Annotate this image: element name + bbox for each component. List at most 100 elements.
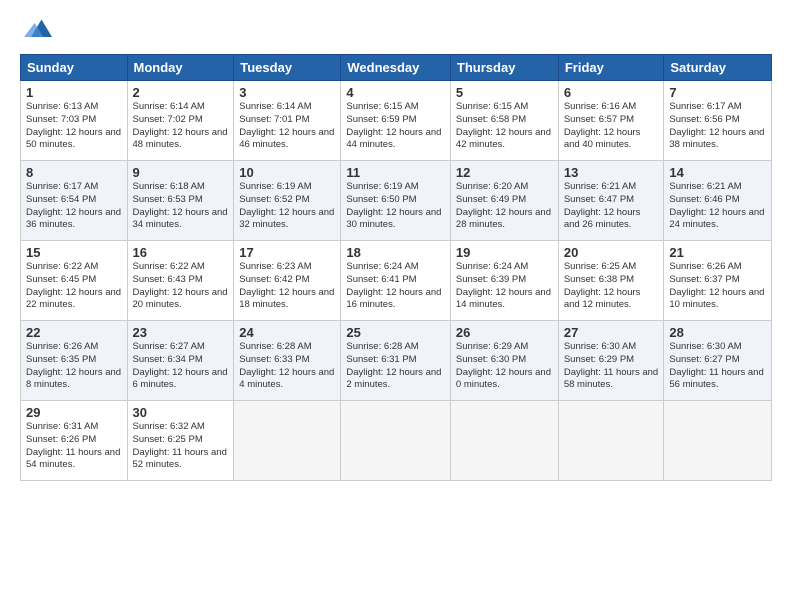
calendar-day-cell [234, 401, 341, 481]
calendar-header-tuesday: Tuesday [234, 55, 341, 81]
day-number: 5 [456, 85, 553, 100]
day-number: 16 [133, 245, 229, 260]
calendar-day-cell: 15Sunrise: 6:22 AMSunset: 6:45 PMDayligh… [21, 241, 128, 321]
day-info: Sunrise: 6:17 AMSunset: 6:56 PMDaylight:… [669, 101, 766, 152]
day-number: 7 [669, 85, 766, 100]
day-info: Sunrise: 6:15 AMSunset: 6:59 PMDaylight:… [346, 101, 445, 152]
day-number: 17 [239, 245, 335, 260]
day-info: Sunrise: 6:31 AMSunset: 6:26 PMDaylight:… [26, 421, 122, 472]
calendar-day-cell [450, 401, 558, 481]
page: SundayMondayTuesdayWednesdayThursdayFrid… [0, 0, 792, 491]
day-info: Sunrise: 6:25 AMSunset: 6:38 PMDaylight:… [564, 261, 659, 312]
calendar-header-friday: Friday [558, 55, 664, 81]
day-number: 9 [133, 165, 229, 180]
calendar-day-cell: 19Sunrise: 6:24 AMSunset: 6:39 PMDayligh… [450, 241, 558, 321]
calendar-day-cell: 5Sunrise: 6:15 AMSunset: 6:58 PMDaylight… [450, 81, 558, 161]
calendar-day-cell: 7Sunrise: 6:17 AMSunset: 6:56 PMDaylight… [664, 81, 772, 161]
calendar-day-cell: 23Sunrise: 6:27 AMSunset: 6:34 PMDayligh… [127, 321, 234, 401]
day-info: Sunrise: 6:30 AMSunset: 6:29 PMDaylight:… [564, 341, 659, 392]
calendar-day-cell: 20Sunrise: 6:25 AMSunset: 6:38 PMDayligh… [558, 241, 664, 321]
calendar-day-cell [341, 401, 451, 481]
day-info: Sunrise: 6:24 AMSunset: 6:41 PMDaylight:… [346, 261, 445, 312]
calendar-header-thursday: Thursday [450, 55, 558, 81]
day-number: 20 [564, 245, 659, 260]
day-number: 14 [669, 165, 766, 180]
day-number: 6 [564, 85, 659, 100]
calendar-week-row: 8Sunrise: 6:17 AMSunset: 6:54 PMDaylight… [21, 161, 772, 241]
day-info: Sunrise: 6:18 AMSunset: 6:53 PMDaylight:… [133, 181, 229, 232]
calendar-day-cell: 16Sunrise: 6:22 AMSunset: 6:43 PMDayligh… [127, 241, 234, 321]
calendar-day-cell: 12Sunrise: 6:20 AMSunset: 6:49 PMDayligh… [450, 161, 558, 241]
day-number: 15 [26, 245, 122, 260]
day-number: 19 [456, 245, 553, 260]
calendar-week-row: 22Sunrise: 6:26 AMSunset: 6:35 PMDayligh… [21, 321, 772, 401]
logo [20, 16, 52, 44]
day-info: Sunrise: 6:24 AMSunset: 6:39 PMDaylight:… [456, 261, 553, 312]
day-number: 24 [239, 325, 335, 340]
calendar-week-row: 29Sunrise: 6:31 AMSunset: 6:26 PMDayligh… [21, 401, 772, 481]
day-info: Sunrise: 6:28 AMSunset: 6:33 PMDaylight:… [239, 341, 335, 392]
day-info: Sunrise: 6:13 AMSunset: 7:03 PMDaylight:… [26, 101, 122, 152]
day-info: Sunrise: 6:16 AMSunset: 6:57 PMDaylight:… [564, 101, 659, 152]
day-number: 22 [26, 325, 122, 340]
calendar-day-cell: 8Sunrise: 6:17 AMSunset: 6:54 PMDaylight… [21, 161, 128, 241]
day-info: Sunrise: 6:23 AMSunset: 6:42 PMDaylight:… [239, 261, 335, 312]
day-number: 30 [133, 405, 229, 420]
calendar-header-saturday: Saturday [664, 55, 772, 81]
day-number: 4 [346, 85, 445, 100]
calendar-day-cell: 21Sunrise: 6:26 AMSunset: 6:37 PMDayligh… [664, 241, 772, 321]
day-info: Sunrise: 6:21 AMSunset: 6:47 PMDaylight:… [564, 181, 659, 232]
logo-icon [24, 16, 52, 44]
calendar-day-cell: 18Sunrise: 6:24 AMSunset: 6:41 PMDayligh… [341, 241, 451, 321]
day-number: 8 [26, 165, 122, 180]
day-info: Sunrise: 6:15 AMSunset: 6:58 PMDaylight:… [456, 101, 553, 152]
calendar-day-cell: 3Sunrise: 6:14 AMSunset: 7:01 PMDaylight… [234, 81, 341, 161]
day-number: 2 [133, 85, 229, 100]
calendar-day-cell: 14Sunrise: 6:21 AMSunset: 6:46 PMDayligh… [664, 161, 772, 241]
day-info: Sunrise: 6:19 AMSunset: 6:52 PMDaylight:… [239, 181, 335, 232]
calendar-day-cell: 30Sunrise: 6:32 AMSunset: 6:25 PMDayligh… [127, 401, 234, 481]
day-number: 23 [133, 325, 229, 340]
calendar-day-cell: 25Sunrise: 6:28 AMSunset: 6:31 PMDayligh… [341, 321, 451, 401]
day-number: 3 [239, 85, 335, 100]
day-number: 13 [564, 165, 659, 180]
day-number: 12 [456, 165, 553, 180]
calendar-header-monday: Monday [127, 55, 234, 81]
calendar-day-cell: 10Sunrise: 6:19 AMSunset: 6:52 PMDayligh… [234, 161, 341, 241]
day-info: Sunrise: 6:26 AMSunset: 6:37 PMDaylight:… [669, 261, 766, 312]
day-number: 27 [564, 325, 659, 340]
day-number: 25 [346, 325, 445, 340]
day-number: 10 [239, 165, 335, 180]
calendar-day-cell: 11Sunrise: 6:19 AMSunset: 6:50 PMDayligh… [341, 161, 451, 241]
calendar-day-cell: 26Sunrise: 6:29 AMSunset: 6:30 PMDayligh… [450, 321, 558, 401]
day-number: 18 [346, 245, 445, 260]
day-number: 28 [669, 325, 766, 340]
day-number: 26 [456, 325, 553, 340]
calendar-day-cell: 13Sunrise: 6:21 AMSunset: 6:47 PMDayligh… [558, 161, 664, 241]
day-info: Sunrise: 6:26 AMSunset: 6:35 PMDaylight:… [26, 341, 122, 392]
day-number: 11 [346, 165, 445, 180]
calendar-day-cell: 6Sunrise: 6:16 AMSunset: 6:57 PMDaylight… [558, 81, 664, 161]
calendar-header-row: SundayMondayTuesdayWednesdayThursdayFrid… [21, 55, 772, 81]
day-number: 21 [669, 245, 766, 260]
calendar-table: SundayMondayTuesdayWednesdayThursdayFrid… [20, 54, 772, 481]
day-info: Sunrise: 6:29 AMSunset: 6:30 PMDaylight:… [456, 341, 553, 392]
day-info: Sunrise: 6:14 AMSunset: 7:02 PMDaylight:… [133, 101, 229, 152]
day-info: Sunrise: 6:30 AMSunset: 6:27 PMDaylight:… [669, 341, 766, 392]
calendar-day-cell: 9Sunrise: 6:18 AMSunset: 6:53 PMDaylight… [127, 161, 234, 241]
calendar-day-cell: 4Sunrise: 6:15 AMSunset: 6:59 PMDaylight… [341, 81, 451, 161]
calendar-day-cell: 22Sunrise: 6:26 AMSunset: 6:35 PMDayligh… [21, 321, 128, 401]
calendar-week-row: 1Sunrise: 6:13 AMSunset: 7:03 PMDaylight… [21, 81, 772, 161]
calendar-day-cell: 17Sunrise: 6:23 AMSunset: 6:42 PMDayligh… [234, 241, 341, 321]
day-info: Sunrise: 6:28 AMSunset: 6:31 PMDaylight:… [346, 341, 445, 392]
calendar-day-cell: 1Sunrise: 6:13 AMSunset: 7:03 PMDaylight… [21, 81, 128, 161]
header [20, 16, 772, 44]
day-number: 1 [26, 85, 122, 100]
calendar-day-cell: 28Sunrise: 6:30 AMSunset: 6:27 PMDayligh… [664, 321, 772, 401]
calendar-day-cell [558, 401, 664, 481]
day-info: Sunrise: 6:22 AMSunset: 6:43 PMDaylight:… [133, 261, 229, 312]
day-info: Sunrise: 6:27 AMSunset: 6:34 PMDaylight:… [133, 341, 229, 392]
day-number: 29 [26, 405, 122, 420]
calendar-header-sunday: Sunday [21, 55, 128, 81]
calendar-day-cell: 24Sunrise: 6:28 AMSunset: 6:33 PMDayligh… [234, 321, 341, 401]
